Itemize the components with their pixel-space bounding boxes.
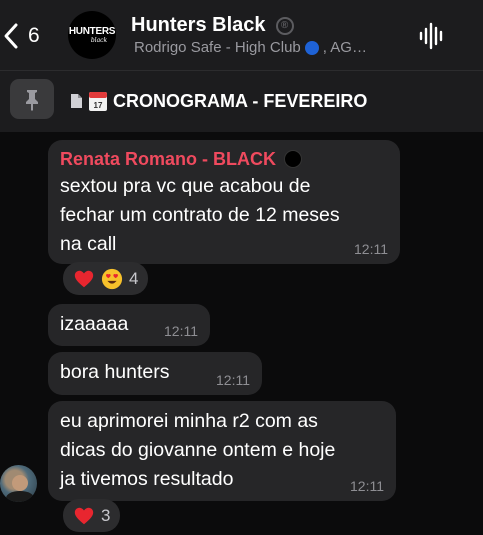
registered-icon: ® (275, 16, 294, 35)
reaction-count: 4 (129, 268, 139, 288)
members-text-end: , AG… (322, 39, 367, 56)
blue-circle-icon (304, 40, 319, 55)
message-bubble[interactable]: eu aprimorei minha r2 com as dicas do gi… (48, 401, 396, 501)
group-logo-text: HUNTERS (68, 25, 116, 37)
chevron-left-icon (4, 23, 18, 49)
message-list[interactable]: Renata Romano - BLACK sextou pra vc que … (0, 132, 483, 535)
avatar[interactable] (0, 465, 37, 502)
pinned-message-bar[interactable]: 17 CRONOGRAMA - FEVEREIRO (0, 70, 483, 132)
sender-name: Renata Romano - BLACK (60, 149, 277, 169)
group-logo-subtext: black (90, 36, 108, 44)
chat-title[interactable]: Hunters Black ® (131, 14, 294, 37)
back-button[interactable]: 6 (2, 20, 50, 52)
heart-icon (74, 270, 94, 287)
message-text-line: eu aprimorei minha r2 com as (60, 410, 318, 432)
voice-chat-button[interactable] (418, 22, 446, 50)
message-text: bora hunters (60, 361, 170, 383)
message-time: 12:11 (350, 478, 384, 494)
members-text-start: Rodrigo Safe - High Club (134, 39, 301, 56)
message-bubble[interactable]: Renata Romano - BLACK sextou pra vc que … (48, 140, 400, 264)
reaction-pill[interactable]: 4 (63, 262, 149, 295)
pinned-title: CRONOGRAMA - FEVEREIRO (113, 90, 368, 111)
message-text-line: dicas do giovanne ontem e hoje (60, 439, 336, 461)
chat-members[interactable]: Rodrigo Safe - High Club , AG… (134, 39, 367, 56)
calendar-day: 17 (94, 101, 103, 110)
heart-icon (74, 507, 94, 524)
message-time: 12:11 (216, 372, 250, 388)
message-sender[interactable]: Renata Romano - BLACK (60, 146, 388, 172)
pinned-message: 17 CRONOGRAMA - FEVEREIRO (70, 90, 367, 112)
message-text-line: na call (60, 233, 117, 255)
message-bubble[interactable]: izaaaaa 12:11 (48, 304, 210, 346)
message-text-line: ja tivemos resultado (60, 468, 234, 490)
message-text-line: fechar um contrato de 12 meses (60, 204, 340, 226)
message-text-line: sextou pra vc que acabou de (60, 175, 311, 197)
group-avatar[interactable]: HUNTERS black (68, 11, 116, 59)
chat-header: 6 HUNTERS black Hunters Black ® Rodrigo … (0, 0, 483, 70)
group-name: Hunters Black (131, 14, 266, 36)
pin-icon (26, 90, 38, 111)
black-circle-icon (284, 150, 303, 168)
document-icon (71, 94, 82, 108)
voice-waveform-icon (419, 22, 443, 50)
reaction-pill[interactable]: 3 (63, 499, 121, 532)
reaction-count: 3 (101, 505, 111, 525)
heart-eyes-icon (101, 268, 123, 289)
calendar-icon: 17 (89, 92, 107, 111)
unread-count: 6 (28, 24, 40, 47)
pin-button[interactable] (10, 79, 54, 119)
message-time: 12:11 (354, 241, 388, 257)
message-text: izaaaaa (60, 313, 129, 335)
message-time: 12:11 (164, 323, 198, 339)
message-bubble[interactable]: bora hunters 12:11 (48, 352, 262, 395)
